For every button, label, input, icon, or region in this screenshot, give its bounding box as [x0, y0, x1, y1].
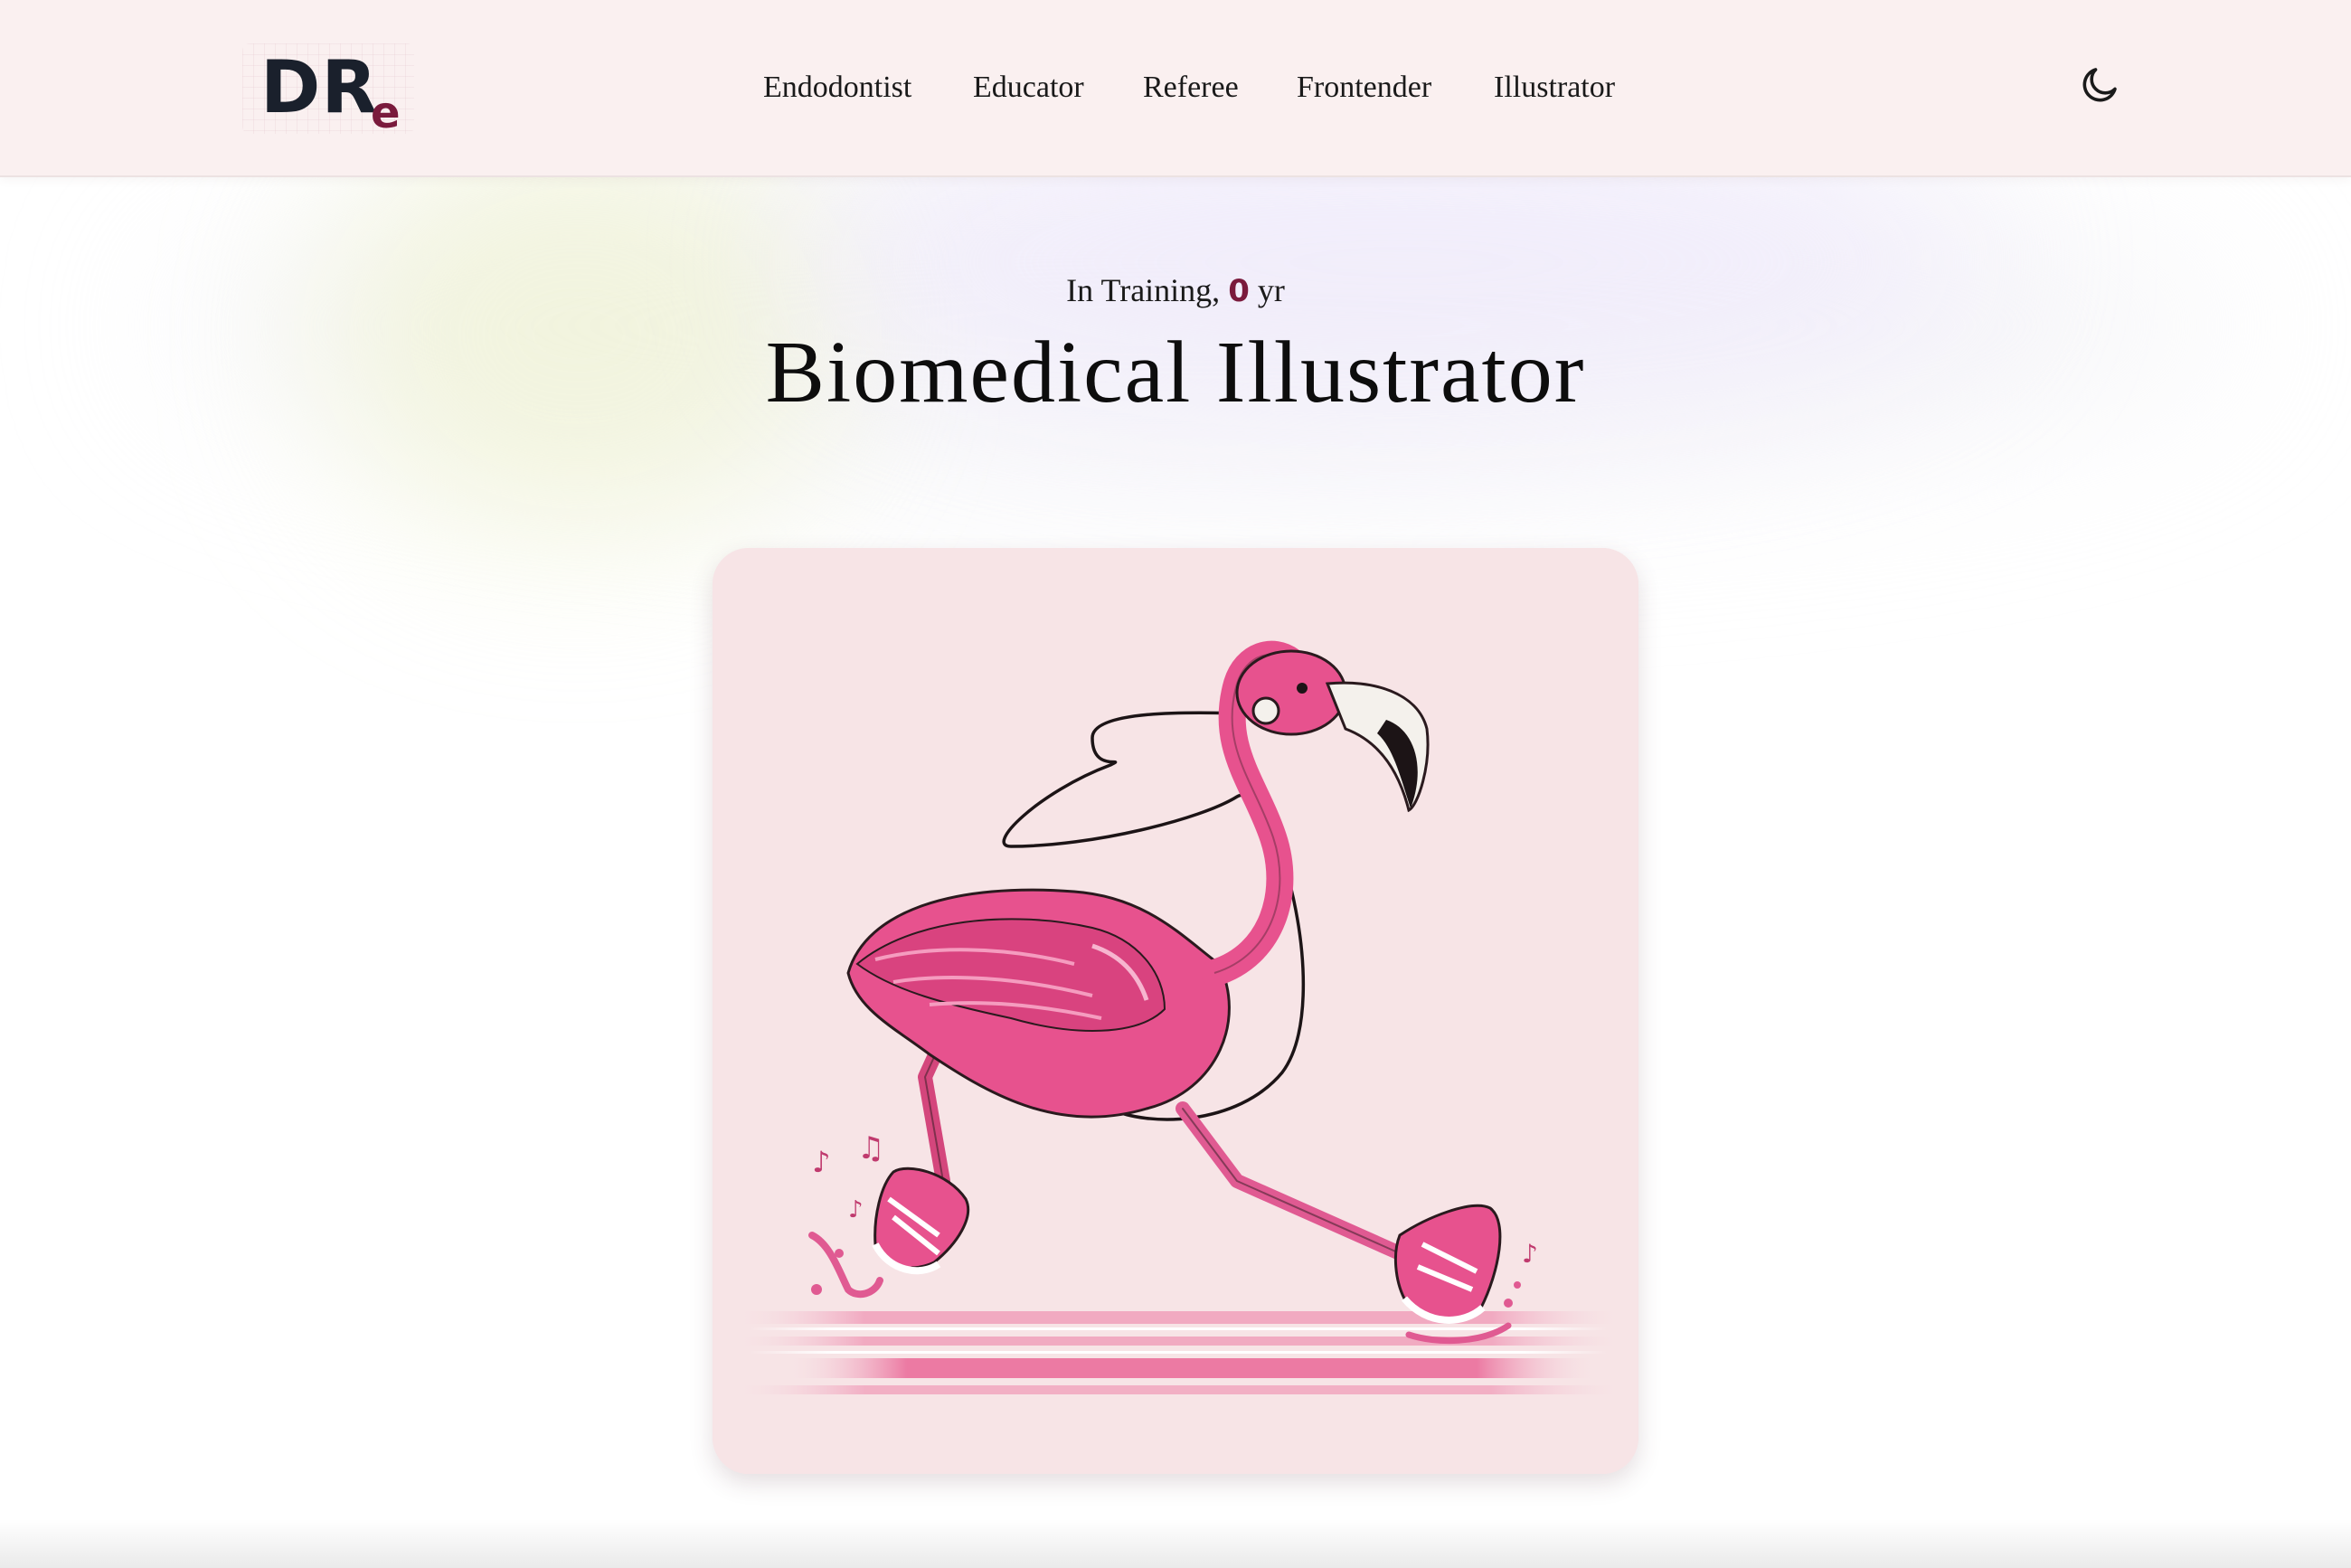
svg-text:♪: ♪ — [812, 1145, 830, 1179]
svg-text:♫: ♫ — [857, 1130, 884, 1167]
site-logo[interactable]: DR e — [242, 43, 414, 138]
nav-link-educator[interactable]: Educator — [973, 65, 1084, 110]
theme-toggle-button[interactable] — [2078, 63, 2121, 107]
nav-link-illustrator[interactable]: Illustrator — [1494, 65, 1615, 110]
kicker-prefix: In Training, — [1066, 272, 1221, 308]
page-title: Biomedical Illustrator — [765, 324, 1586, 421]
hero-kicker: In Training, 0 yr — [0, 268, 2351, 314]
kicker-suffix: yr — [1257, 272, 1285, 308]
site-header: DR e Endodontist Educator Referee Fronte… — [0, 0, 2351, 177]
logo-text-main: DR — [260, 45, 379, 129]
bottom-fade — [0, 1519, 2351, 1568]
nav-link-referee[interactable]: Referee — [1143, 65, 1239, 110]
nav-link-endodontist[interactable]: Endodontist — [763, 65, 911, 110]
moon-icon — [2078, 63, 2121, 107]
logo-text-sub: e — [371, 88, 401, 138]
nav-link-frontender[interactable]: Frontender — [1297, 65, 1431, 110]
flamingo-illustration: ♪ ♫ ♪ ♪ — [713, 548, 1638, 1474]
svg-text:♪: ♪ — [848, 1196, 864, 1223]
svg-text:♪: ♪ — [1522, 1239, 1538, 1269]
years-count: 0 — [1228, 273, 1250, 309]
